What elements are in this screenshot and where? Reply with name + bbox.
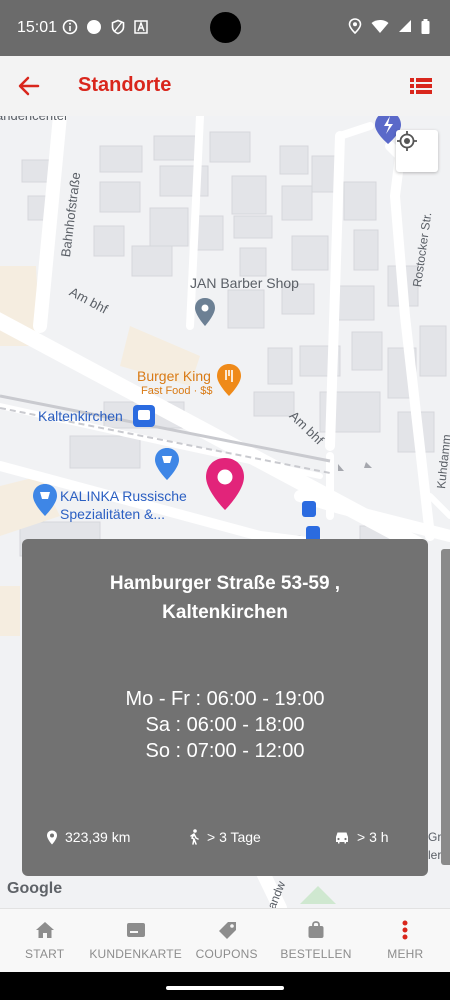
map-label-kaltenkirchen: Kaltenkirchen [38,408,123,424]
nav-coupons[interactable]: COUPONS [182,909,271,972]
nav-mehr[interactable]: MEHR [361,909,450,972]
hours-sunday: So : 07:00 - 12:00 [145,740,305,762]
nav-label-start: START [25,947,65,961]
distance-value: 323,39 km [65,829,131,845]
map-label-kalinka-2: Spezialitäten &... [60,506,166,522]
drive-time-value: > 3 h [357,829,389,845]
nav-kundenkarte[interactable]: KUNDENKARTE [89,909,182,972]
walking-icon [190,829,199,845]
store-info-card[interactable]: Hamburger Straße 53-59 , Kaltenkirchen M… [22,539,428,876]
nav-label-kundenkarte: KUNDENKARTE [89,947,182,961]
opening-hours: Mo - Fr : 06:00 - 19:00 Sa : 06:00 - 18:… [22,686,428,764]
tag-icon [218,922,236,939]
map-label-burger-king: Burger King [137,368,211,384]
more-vertical-icon [402,920,408,940]
font-a-icon [134,20,148,34]
back-button[interactable] [14,72,44,100]
map-label-gru-2: ler [428,848,442,862]
walk-time-value: > 3 Tage [207,829,261,845]
status-icons-right [348,18,430,34]
gesture-area [0,972,450,1000]
arrow-left-icon [18,76,40,96]
store-location-pin[interactable] [203,456,247,512]
bag-icon [308,921,324,938]
info-icon [62,19,78,35]
next-card-peek[interactable] [441,549,450,865]
page-title: Standorte [78,74,172,96]
location-icon [348,18,362,34]
status-icons-left [62,19,148,35]
nav-label-bestellen: BESTELLEN [280,947,352,961]
hours-weekdays: Mo - Fr : 06:00 - 19:00 [125,688,325,710]
home-icon [35,922,54,938]
address-line-1: Hamburger Straße 53-59 , [109,573,341,594]
map-label-burger-king-sub: Fast Food · $$ [141,385,213,397]
nav-label-coupons: COUPONS [195,947,258,961]
nav-label-mehr: MEHR [387,947,424,961]
car-icon [336,832,348,843]
battery-icon [421,18,430,34]
status-bar: 15:01 [0,0,450,56]
store-address: Hamburger Straße 53-59 , Kaltenkirchen [22,569,428,627]
distance-info: 323,39 km [46,829,130,845]
app-bar: Standorte [0,56,450,116]
map-label-jan-barber: JAN Barber Shop [190,275,299,291]
circle-icon [87,20,101,34]
camera-cutout [210,12,241,43]
status-time: 15:01 [17,19,58,36]
bottom-navigation: START KUNDENKARTE COUPONS BESTELLEN MEHR [0,908,450,972]
location-pin-icon [47,830,57,844]
list-icon [410,78,432,94]
drive-info: > 3 h [334,829,389,845]
map-label-kalinka-1: KALINKA Russische [60,488,187,504]
crosshair-icon [397,131,417,151]
my-location-button[interactable] [396,130,438,172]
walk-info: > 3 Tage [188,829,261,845]
card-icon [126,923,145,937]
list-view-button[interactable] [406,72,436,100]
map-label-center: andencenter [0,116,68,123]
google-logo: Google [7,880,63,897]
signal-icon [399,20,411,32]
nav-bestellen[interactable]: BESTELLEN [271,909,360,972]
address-line-2: Kaltenkirchen [162,602,288,623]
nav-start[interactable]: START [0,909,89,972]
home-gesture-bar[interactable] [166,986,284,990]
shield-icon [111,19,125,35]
hours-saturday: Sa : 06:00 - 18:00 [145,714,305,736]
wifi-icon [371,19,389,33]
